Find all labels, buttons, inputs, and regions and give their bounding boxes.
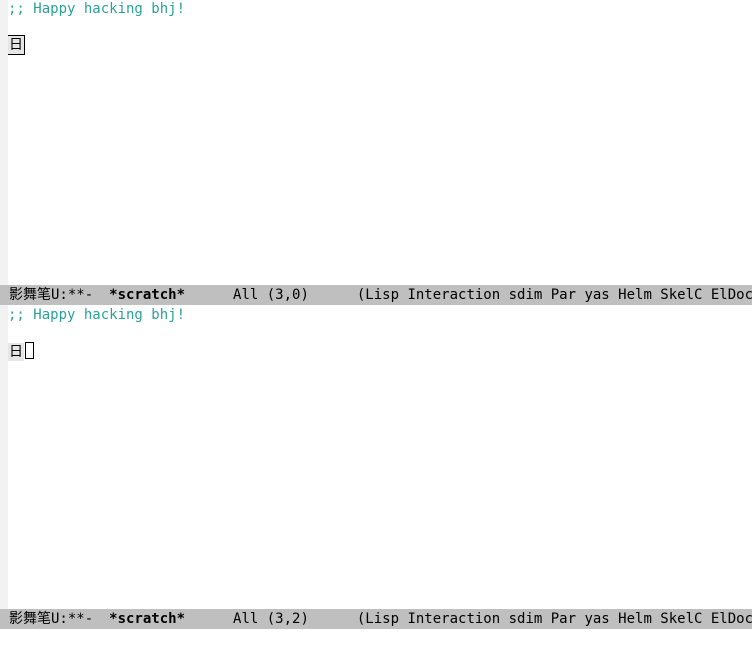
editor-window-bottom[interactable]: ;; Happy hacking bhj! 日 (8, 306, 752, 609)
cursor-position: All (3,2) (233, 611, 309, 627)
chinese-char: 日 (8, 343, 24, 361)
input-method-indicator: 影舞笔 (9, 287, 51, 303)
buffer-status: U:**- (51, 611, 94, 627)
text-line[interactable]: 日 (8, 342, 752, 361)
left-fringe-top (0, 0, 8, 285)
echo-area: 1.日2.曰3.冃4.冒5.目6.囯7.田 (0, 629, 752, 648)
buffer-name[interactable]: *scratch* (109, 611, 185, 627)
text-line[interactable]: 日 (8, 35, 752, 55)
comment-line: ;; Happy hacking bhj! (8, 1, 186, 17)
comment-line: ;; Happy hacking bhj! (8, 307, 186, 323)
mode-line-bottom[interactable]: 影舞笔U:**- *scratch* All (3,2) (Lisp Interact… (0, 609, 752, 629)
input-method-indicator: 影舞笔 (9, 611, 51, 627)
buffer-status: U:**- (51, 287, 94, 303)
chinese-char: 日 (8, 35, 25, 55)
buffer-name[interactable]: *scratch* (109, 287, 185, 303)
editor-window-top[interactable]: ;; Happy hacking bhj! 日 (8, 0, 752, 285)
cursor-position: All (3,0) (233, 287, 309, 303)
minor-modes-list[interactable]: (Lisp Interaction sdim Par yas Helm Skel… (357, 611, 752, 627)
mode-line-top[interactable]: 影舞笔U:**- *scratch* All (3,0) (Lisp Interact… (0, 285, 752, 305)
left-fringe-bottom (0, 305, 8, 609)
text-cursor (25, 342, 34, 359)
minor-modes-list[interactable]: (Lisp Interaction sdim Par yas Helm Skel… (357, 287, 752, 303)
